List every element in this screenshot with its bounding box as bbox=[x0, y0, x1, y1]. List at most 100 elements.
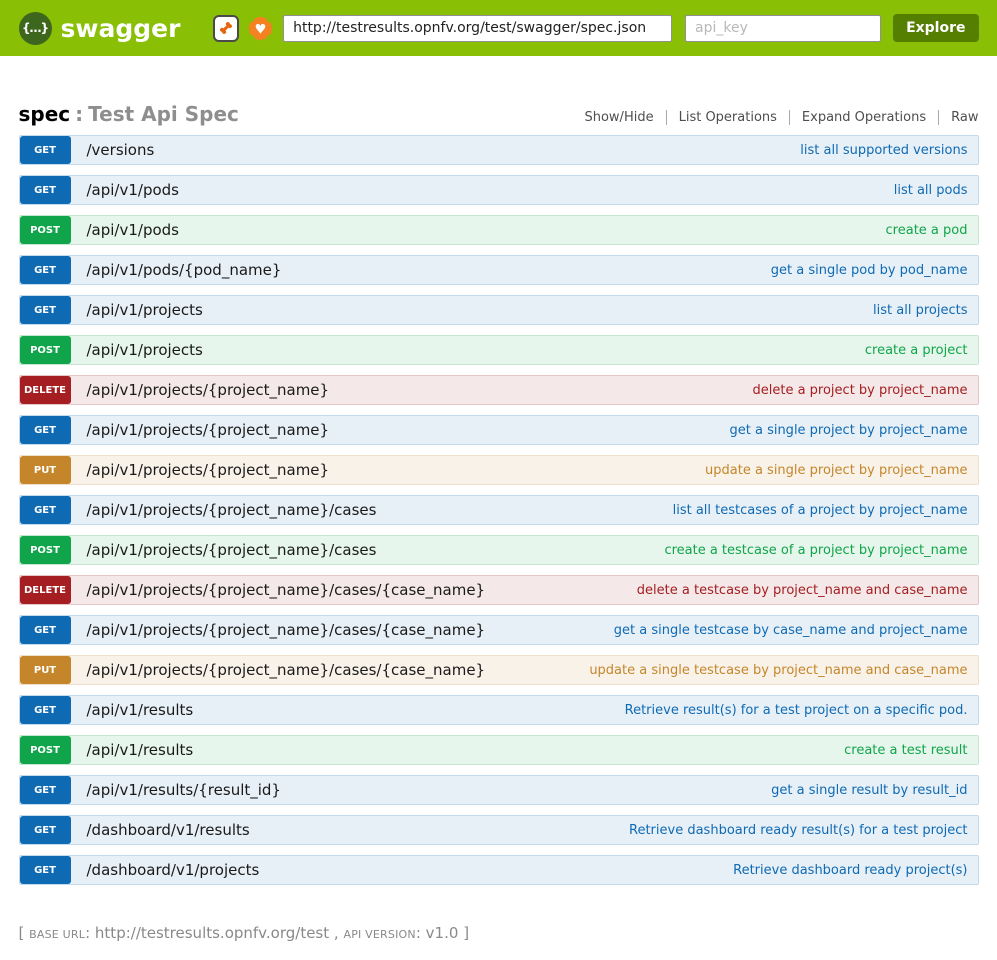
endpoint-list: GET /versions list all supported version… bbox=[19, 135, 979, 885]
endpoint-summary[interactable]: update a single testcase by project_name… bbox=[589, 663, 967, 678]
toolbar-link-expand-operations[interactable]: Expand Operations bbox=[789, 110, 938, 125]
method-badge[interactable]: GET bbox=[20, 176, 71, 204]
method-badge[interactable]: POST bbox=[20, 216, 71, 244]
endpoint-summary[interactable]: get a single result by result_id bbox=[771, 783, 967, 798]
endpoint-summary[interactable]: delete a project by project_name bbox=[752, 383, 967, 398]
resource-description: Test Api Spec bbox=[88, 102, 239, 126]
footer-api-version-value: v1.0 bbox=[426, 924, 459, 942]
method-badge[interactable]: GET bbox=[20, 296, 71, 324]
endpoint-row-get-/dashboard/v1/projects: GET /dashboard/v1/projects Retrieve dash… bbox=[19, 855, 979, 885]
endpoint-summary[interactable]: get a single project by project_name bbox=[729, 423, 967, 438]
page-title: spec:Test Api Spec bbox=[19, 102, 239, 126]
brand-title: swagger bbox=[61, 14, 181, 43]
method-badge[interactable]: GET bbox=[20, 616, 71, 644]
footer-colon: : bbox=[85, 924, 90, 942]
endpoint-summary[interactable]: get a single pod by pod_name bbox=[771, 263, 968, 278]
endpoint-row-put-/api/v1/projects/{project_name}/cases/{case_name}: PUT /api/v1/projects/{project_name}/case… bbox=[19, 655, 979, 685]
gear-heart-icon: ♥ bbox=[246, 14, 275, 43]
endpoint-summary[interactable]: create a test result bbox=[844, 743, 967, 758]
method-badge[interactable]: GET bbox=[20, 416, 71, 444]
spec-url-input[interactable] bbox=[283, 15, 672, 42]
method-badge[interactable]: POST bbox=[20, 336, 71, 364]
footer-base-url-value: http://testresults.opnfv.org/test bbox=[95, 924, 329, 942]
footer-bracket-open: [ bbox=[19, 924, 25, 942]
endpoint-path[interactable]: /api/v1/pods/{pod_name} bbox=[87, 261, 282, 279]
endpoint-path[interactable]: /api/v1/projects/{project_name}/cases/{c… bbox=[87, 581, 486, 599]
endpoint-row-get-/versions: GET /versions list all supported version… bbox=[19, 135, 979, 165]
endpoint-row-get-/api/v1/projects: GET /api/v1/projects list all projects bbox=[19, 295, 979, 325]
endpoint-summary[interactable]: Retrieve dashboard ready result(s) for a… bbox=[629, 823, 967, 838]
endpoint-path[interactable]: /api/v1/projects/{project_name} bbox=[87, 461, 330, 479]
resource-separator: : bbox=[75, 102, 83, 126]
endpoint-path[interactable]: /api/v1/projects/{project_name} bbox=[87, 381, 330, 399]
toolbar-link-show-hide[interactable]: Show/Hide bbox=[572, 110, 665, 125]
method-badge[interactable]: GET bbox=[20, 816, 71, 844]
method-badge[interactable]: GET bbox=[20, 776, 71, 804]
endpoint-path[interactable]: /api/v1/results bbox=[87, 741, 194, 759]
endpoint-path[interactable]: /api/v1/pods bbox=[87, 221, 180, 239]
endpoint-summary[interactable]: list all testcases of a project by proje… bbox=[673, 503, 968, 518]
method-badge[interactable]: GET bbox=[20, 496, 71, 524]
endpoint-summary[interactable]: create a testcase of a project by projec… bbox=[664, 543, 967, 558]
method-badge[interactable]: DELETE bbox=[20, 576, 71, 604]
endpoint-path[interactable]: /api/v1/projects/{project_name}/cases bbox=[87, 541, 377, 559]
method-badge[interactable]: POST bbox=[20, 536, 71, 564]
endpoint-row-get-/api/v1/pods: GET /api/v1/pods list all pods bbox=[19, 175, 979, 205]
endpoint-path[interactable]: /dashboard/v1/results bbox=[87, 821, 250, 839]
api-key-input[interactable] bbox=[685, 15, 881, 42]
footer-comma: , bbox=[334, 924, 339, 942]
endpoint-row-get-/api/v1/results: GET /api/v1/results Retrieve result(s) f… bbox=[19, 695, 979, 725]
method-badge[interactable]: DELETE bbox=[20, 376, 71, 404]
endpoint-path[interactable]: /api/v1/projects/{project_name}/cases bbox=[87, 501, 377, 519]
endpoint-path[interactable]: /api/v1/results/{result_id} bbox=[87, 781, 281, 799]
main-content: spec:Test Api Spec Show/Hide List Operat… bbox=[19, 102, 979, 885]
footer-colon: : bbox=[416, 924, 421, 942]
endpoint-path[interactable]: /api/v1/projects/{project_name}/cases/{c… bbox=[87, 621, 486, 639]
header-wrap: {…} swagger bbox=[19, 0, 979, 56]
endpoint-path[interactable]: /api/v1/pods bbox=[87, 181, 180, 199]
endpoint-summary[interactable]: delete a testcase by project_name and ca… bbox=[637, 583, 968, 598]
resource-name-link[interactable]: spec bbox=[19, 102, 71, 126]
endpoint-path[interactable]: /api/v1/results bbox=[87, 701, 194, 719]
footer-bracket-close: ] bbox=[463, 924, 469, 942]
method-badge[interactable]: GET bbox=[20, 856, 71, 884]
endpoint-summary[interactable]: get a single testcase by case_name and p… bbox=[614, 623, 968, 638]
app-header: {…} swagger bbox=[0, 0, 997, 56]
endpoint-summary[interactable]: create a pod bbox=[886, 223, 968, 238]
method-badge[interactable]: GET bbox=[20, 256, 71, 284]
endpoint-row-post-/api/v1/projects/{project_name}/cases: POST /api/v1/projects/{project_name}/cas… bbox=[19, 535, 979, 565]
gear-heart-favicon: ♥ bbox=[246, 14, 275, 43]
endpoint-path[interactable]: /api/v1/projects/{project_name}/cases/{c… bbox=[87, 661, 486, 679]
endpoint-summary[interactable]: list all projects bbox=[873, 303, 967, 318]
footer-api-version-label: api version bbox=[343, 928, 415, 941]
swagger-logo-link[interactable]: {…} swagger bbox=[19, 12, 181, 45]
endpoint-summary[interactable]: Retrieve result(s) for a test project on… bbox=[625, 703, 968, 718]
endpoint-row-get-/api/v1/results/{result_id}: GET /api/v1/results/{result_id} get a si… bbox=[19, 775, 979, 805]
endpoint-row-post-/api/v1/pods: POST /api/v1/pods create a pod bbox=[19, 215, 979, 245]
swagger-braces-icon: {…} bbox=[19, 12, 52, 45]
endpoint-summary[interactable]: list all pods bbox=[894, 183, 968, 198]
footer-base-url-label: base url bbox=[29, 928, 85, 941]
endpoint-row-get-/api/v1/projects/{project_name}/cases/{case_name}: GET /api/v1/projects/{project_name}/case… bbox=[19, 615, 979, 645]
method-badge[interactable]: POST bbox=[20, 736, 71, 764]
method-badge[interactable]: PUT bbox=[20, 656, 71, 684]
toolbar-link-list-operations[interactable]: List Operations bbox=[666, 110, 789, 125]
endpoint-path[interactable]: /api/v1/projects bbox=[87, 301, 203, 319]
endpoint-summary[interactable]: update a single project by project_name bbox=[705, 463, 967, 478]
method-badge[interactable]: GET bbox=[20, 136, 71, 164]
endpoint-path[interactable]: /api/v1/projects bbox=[87, 341, 203, 359]
explore-button[interactable]: Explore bbox=[893, 14, 978, 42]
method-badge[interactable]: PUT bbox=[20, 456, 71, 484]
endpoint-summary[interactable]: Retrieve dashboard ready project(s) bbox=[733, 863, 967, 878]
endpoint-row-get-/api/v1/pods/{pod_name}: GET /api/v1/pods/{pod_name} get a single… bbox=[19, 255, 979, 285]
endpoint-row-get-/dashboard/v1/results: GET /dashboard/v1/results Retrieve dashb… bbox=[19, 815, 979, 845]
endpoint-row-delete-/api/v1/projects/{project_name}/cases/{case_name}: DELETE /api/v1/projects/{project_name}/c… bbox=[19, 575, 979, 605]
endpoint-path[interactable]: /versions bbox=[87, 141, 155, 159]
method-badge[interactable]: GET bbox=[20, 696, 71, 724]
toolbar-link-raw[interactable]: Raw bbox=[938, 110, 978, 125]
endpoint-path[interactable]: /api/v1/projects/{project_name} bbox=[87, 421, 330, 439]
endpoint-summary[interactable]: list all supported versions bbox=[800, 143, 967, 158]
endpoint-path[interactable]: /dashboard/v1/projects bbox=[87, 861, 260, 879]
endpoint-row-get-/api/v1/projects/{project_name}: GET /api/v1/projects/{project_name} get … bbox=[19, 415, 979, 445]
endpoint-summary[interactable]: create a project bbox=[865, 343, 968, 358]
